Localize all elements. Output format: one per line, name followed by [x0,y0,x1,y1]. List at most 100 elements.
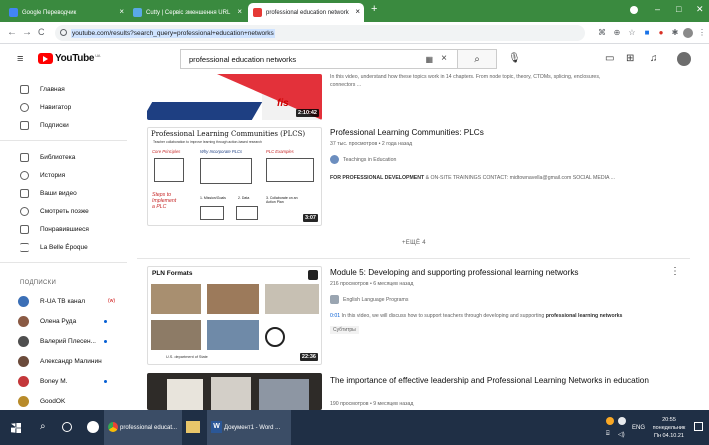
subscription-label: Александр Малинин [40,357,102,365]
microphone-icon[interactable]: 🎙︎ [508,53,521,64]
search-button[interactable]: ⌕ [457,49,497,69]
channel-avatar [18,335,29,347]
channel-avatar [330,155,339,164]
menu-dots-icon[interactable]: ⋮ [697,28,707,38]
sidebar-item-explore[interactable]: Навигатор [0,98,127,116]
clear-icon[interactable]: × [441,53,447,64]
video-thumbnail[interactable] [147,373,322,410]
youtube-header: ≡ YouTube UA professional education netw… [0,44,709,74]
subscriptions-icon [20,120,29,130]
tray-icon[interactable] [606,417,614,425]
tab-cutty[interactable]: Cutty | Сервіс зменшення URL × [128,3,246,22]
channel-link[interactable]: Teachings in Education [330,155,396,164]
new-tab-button[interactable]: + [371,3,377,15]
app-icon[interactable] [87,421,99,433]
subscription-item[interactable]: GoodOK [0,392,127,410]
thumb-panel [211,377,251,410]
video-title[interactable]: The importance of effective leadership a… [330,375,660,386]
channel-name: Teachings in Education [343,156,397,163]
subscription-item[interactable]: Boney M. [0,372,127,390]
taskbar-chrome[interactable]: professional educat... [104,410,182,445]
forward-button[interactable]: → [22,27,32,38]
create-video-icon[interactable]: ▭ [605,53,614,64]
sidebar-item-history[interactable]: История [0,166,127,184]
tab-youtube[interactable]: professional education network × [248,3,364,22]
windows-start-icon[interactable] [11,423,21,433]
subscription-item[interactable]: R-UA ТВ канал (w) [0,292,127,310]
reload-button[interactable]: C [38,27,45,37]
video-thumbnail[interactable]: PLN Formats U.S. department of State 22:… [147,266,322,365]
subscription-item[interactable]: Валерий Плесен... [0,332,127,350]
url-text: youtube.com/results?search_query=profess… [71,28,275,38]
thumb-header: PLN Formats [152,270,193,277]
new-content-dot [104,379,107,383]
divider [0,140,127,141]
address-bar[interactable]: youtube.com/results?search_query=profess… [55,25,585,41]
profile-avatar[interactable] [683,28,693,38]
home-icon [20,84,29,94]
apps-grid-icon[interactable]: ⊞ [626,53,634,64]
thumb-label: 3. Collaborate on an Action Plan [266,196,298,204]
channel-link[interactable]: English Language Programs [330,295,408,304]
sidebar-item-label: Ваши видео [40,189,77,197]
more-options-icon[interactable]: ⋮ [670,266,680,277]
sidebar-item-your-videos[interactable]: Ваши видео [0,184,127,202]
tab-title: Google Переводчик [22,9,77,16]
thumb-panel [259,379,309,410]
close-icon[interactable]: × [119,7,124,16]
search-icon[interactable]: ⌕ [40,421,46,432]
minimize-icon[interactable]: – [655,4,660,14]
language-indicator[interactable]: ENG [632,425,645,431]
volume-icon[interactable]: ◁) [618,431,625,438]
desc-text: In this video, we will discuss how to su… [340,313,546,319]
notifications-icon[interactable] [694,422,703,431]
hamburger-menu-icon[interactable]: ≡ [17,53,23,65]
translate-icon[interactable]: ⊕ [612,28,622,38]
puzzle-icon[interactable]: ✱ [670,28,680,38]
extension-red-icon[interactable]: ● [656,28,666,38]
profile-dot-icon[interactable] [630,6,638,14]
history-icon [20,170,29,180]
close-icon[interactable]: × [355,7,360,16]
extension-icon[interactable]: ■ [642,28,652,38]
search-input[interactable]: professional education networks ▦ × [180,49,457,69]
show-more-button[interactable]: +ЕЩЁ 4 [402,240,426,246]
clock[interactable]: 20:55 понедельник Пн 04.10.21 [648,416,690,440]
tab-google-translate[interactable]: Google Переводчик × [4,3,128,22]
video-thumbnail[interactable]: fis 2:10:42 [147,74,322,120]
sidebar-item-watch-later[interactable]: Смотреть позже [0,202,127,220]
chrome-icon [108,422,118,432]
subscription-item[interactable]: Александр Малинин [0,352,127,370]
video-thumbnail[interactable]: Professional Learning Communities (PLCS)… [147,127,322,226]
maximize-icon[interactable]: □ [676,4,681,14]
tray-icon[interactable] [618,417,626,425]
close-icon[interactable]: × [237,7,242,16]
notifications-bell-icon[interactable]: ♫ [650,53,658,64]
sidebar-item-subscriptions[interactable]: Подписки [0,116,127,134]
sidebar-item-label: Навигатор [40,103,72,111]
account-avatar[interactable] [677,52,691,66]
sidebar-item-library[interactable]: Библиотека [0,148,127,166]
sidebar-item-liked[interactable]: Понравившиеся [0,220,127,238]
subscription-item[interactable]: Олена Руда [0,312,127,330]
sidebar: Главная Навигатор Подписки Библиотека Ис… [0,74,127,410]
video-title[interactable]: Professional Learning Communities: PLCs [330,127,484,138]
file-explorer-icon[interactable] [186,421,200,433]
thumb-label: PLC Examples [266,149,294,154]
thumb-subtitle: Teacher collaboration to improve learnin… [153,140,262,144]
bookmark-star-icon[interactable]: ☆ [627,28,637,38]
cast-icon[interactable]: ⌘ [597,28,607,38]
window-close-icon[interactable]: ✕ [696,4,704,15]
channel-avatar [18,395,29,407]
sidebar-item-playlist[interactable]: La Belle Époque [0,238,127,256]
watch-later-icon[interactable] [308,270,318,280]
cortana-icon[interactable] [62,422,72,432]
network-icon[interactable]: ⌸ [606,431,610,438]
youtube-logo[interactable]: YouTube UA [38,53,100,64]
keyboard-icon[interactable]: ▦ [425,55,433,64]
back-button[interactable]: ← [7,27,17,38]
sidebar-item-home[interactable]: Главная [0,80,127,98]
taskbar-word[interactable]: W Документ1 - Word ... [207,410,291,445]
timestamp-link[interactable]: 0:01 [330,313,340,319]
video-title[interactable]: Module 5: Developing and supporting prof… [330,267,579,278]
